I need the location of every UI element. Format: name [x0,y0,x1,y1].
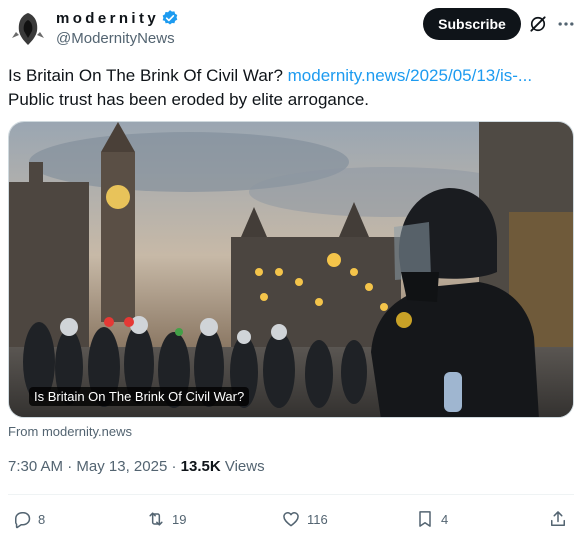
share-icon [551,511,565,526]
bookmark-count: 4 [441,511,449,527]
handle[interactable]: @ModernityNews [56,30,175,47]
grok-icon[interactable] [528,14,548,34]
avatar[interactable] [8,8,48,48]
bookmark-icon [419,511,431,527]
name-row: modernity [56,9,179,27]
tweet-header: modernity @ModernityNews Subscribe [0,0,586,56]
meta-separator-2: · [167,458,181,475]
repost-count: 19 [172,511,187,527]
more-icon[interactable] [556,14,576,34]
reply-count: 8 [38,511,46,527]
verified-badge-icon [162,10,178,25]
display-name[interactable]: modernity [56,10,159,27]
views-label: Views [220,458,265,475]
tweet-date[interactable]: May 13, 2025 [76,458,167,475]
action-bar: 8 19 116 4 [0,504,586,534]
tweet-meta: 7:30 AM · May 13, 2025 · 13.5K Views [8,458,265,475]
riot-police-westminster-photo [9,122,573,417]
repost-button[interactable]: 19 [146,504,186,534]
tweet-link[interactable]: modernity.news/2025/05/13/is-... [288,66,532,85]
tweet-headline: Is Britain On The Brink Of Civil War? [8,66,288,85]
tweet-text-line-1: Is Britain On The Brink Of Civil War? mo… [8,64,578,88]
divider [8,494,574,495]
tweet-text: Is Britain On The Brink Of Civil War? mo… [8,64,578,112]
hooded-figure-avatar-icon [8,8,48,48]
share-button[interactable] [548,504,574,534]
tweet-time[interactable]: 7:30 AM [8,458,63,475]
reply-icon [15,512,31,529]
tweet-text-line-2: Public trust has been eroded by elite ar… [8,90,370,109]
repost-icon [149,512,163,526]
reply-button[interactable]: 8 [12,504,45,534]
link-card-media[interactable]: Is Britain On The Brink Of Civil War? [8,121,574,418]
meta-separator: · [63,458,77,475]
card-title: Is Britain On The Brink Of Civil War? [29,387,250,406]
heart-icon [283,512,299,527]
card-source[interactable]: From modernity.news [8,424,132,439]
bookmark-button[interactable]: 4 [415,504,448,534]
subscribe-button[interactable]: Subscribe [423,8,521,40]
views-count: 13.5K [180,458,221,475]
like-count: 116 [307,511,328,527]
like-button[interactable]: 116 [281,504,328,534]
